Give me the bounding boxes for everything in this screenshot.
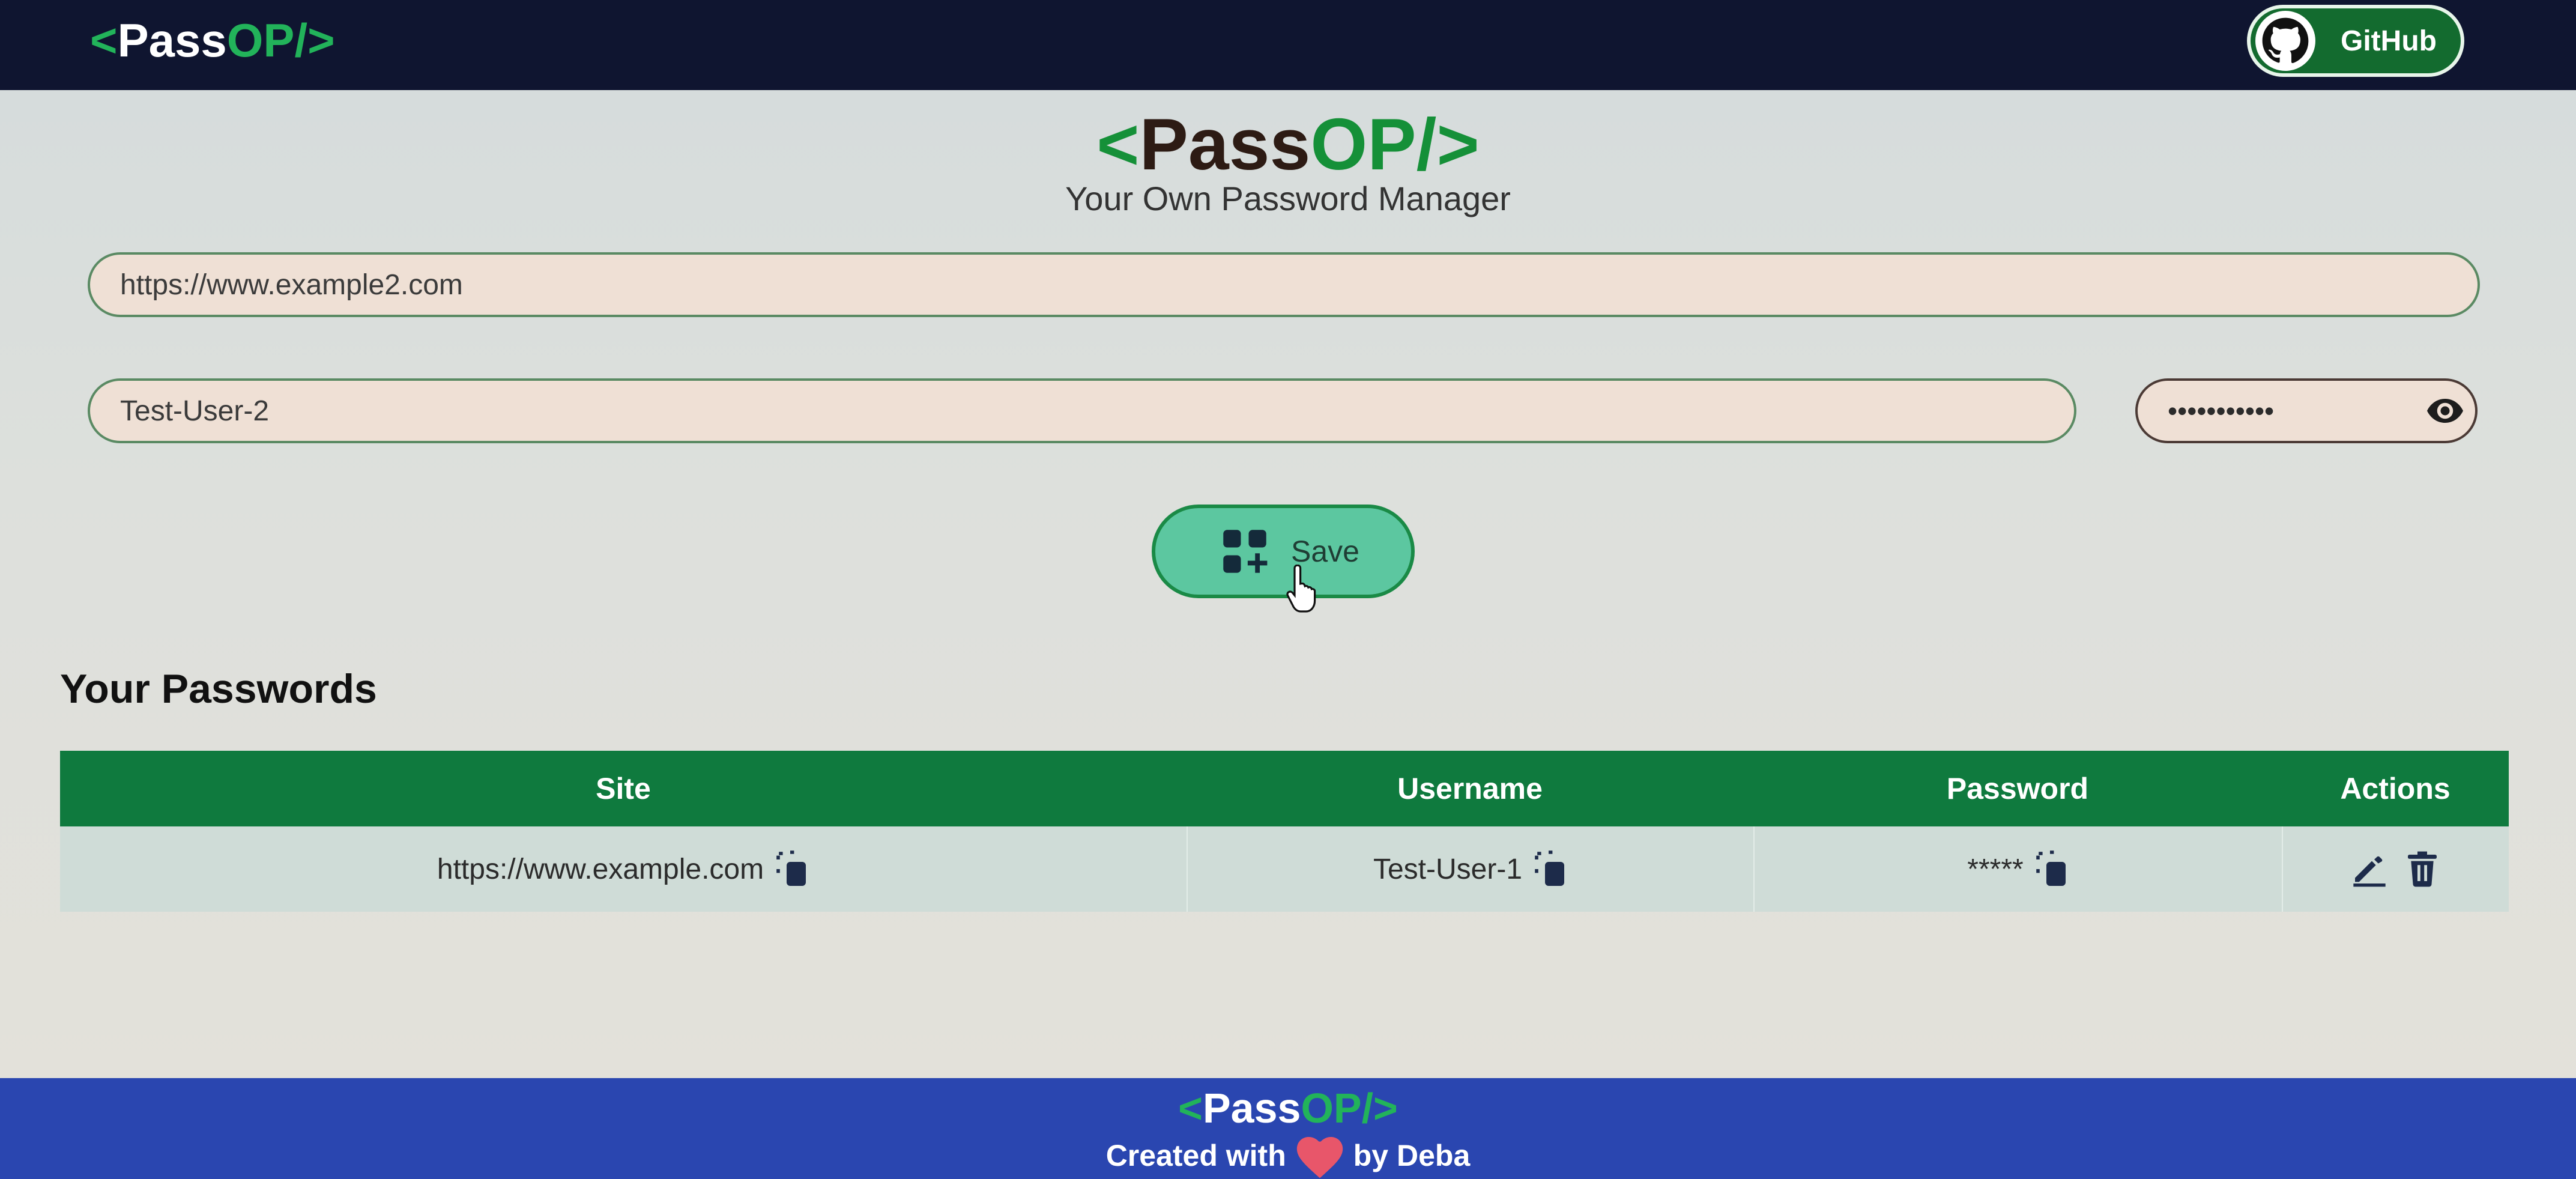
hero-logo-pass: Pass — [1139, 103, 1311, 185]
hero-logo-open: < — [1096, 103, 1140, 185]
save-button[interactable]: Save — [1152, 505, 1415, 598]
hero-logo: <PassOP/> — [0, 102, 2576, 186]
hand-cursor-icon — [1286, 565, 1316, 613]
footer-logo-open: < — [1178, 1085, 1203, 1132]
github-icon — [2255, 11, 2315, 71]
website-url-input[interactable]: https://www.example2.com — [88, 252, 2480, 317]
edit-icon[interactable] — [2350, 850, 2389, 888]
username-text: Test-User-1 — [1373, 853, 1523, 885]
actions-cell — [2282, 826, 2509, 912]
footer-credit: Created with by Deba — [0, 1137, 2576, 1179]
password-cell: ***** — [1753, 826, 2282, 912]
hero-logo-close: /> — [1416, 103, 1480, 185]
password-text: ***** — [1967, 853, 2024, 885]
section-title: Your Passwords — [60, 666, 377, 712]
username-input[interactable]: Test-User-2 — [88, 378, 2076, 443]
password-value: ••••••••••• — [2168, 395, 2275, 426]
logo-pass: Pass — [117, 14, 227, 67]
column-header-password: Password — [1946, 772, 2089, 805]
copy-password-icon[interactable] — [2036, 850, 2069, 888]
username-value: Test-User-2 — [120, 395, 270, 427]
copy-username-icon[interactable] — [1534, 850, 1568, 888]
passwords-table: Site Username Password Actions https://w… — [60, 751, 2509, 912]
by-author-text: by Deba — [1353, 1139, 1471, 1173]
heart-icon — [1296, 1137, 1343, 1178]
table-row: https://www.example.com Test-User-1 ****… — [60, 826, 2509, 912]
footer: <PassOP/> Created with by Deba — [0, 1078, 2576, 1179]
main-content: <PassOP/> Your Own Password Manager http… — [0, 90, 2576, 1078]
website-url-value: https://www.example2.com — [120, 268, 463, 301]
hero-logo-op: OP — [1310, 103, 1416, 185]
copy-site-icon[interactable] — [776, 850, 809, 888]
footer-logo-op: OP — [1301, 1085, 1362, 1132]
site-cell: https://www.example.com — [60, 826, 1187, 912]
created-with-text: Created with — [1105, 1139, 1286, 1173]
github-label: GitHub — [2341, 25, 2437, 57]
username-cell: Test-User-1 — [1187, 826, 1753, 912]
logo-open: < — [90, 14, 118, 67]
logo-close: /> — [294, 14, 335, 67]
add-grid-icon — [1223, 530, 1268, 573]
password-input[interactable]: ••••••••••• — [2135, 378, 2478, 443]
eye-icon[interactable] — [2427, 398, 2463, 424]
table-header: Site Username Password Actions — [60, 751, 2509, 826]
navbar: <PassOP/> GitHub — [0, 0, 2576, 90]
tagline: Your Own Password Manager — [1065, 180, 1511, 217]
site-link[interactable]: https://www.example.com — [437, 853, 764, 886]
logo-op: OP — [226, 14, 295, 67]
footer-logo: <PassOP/> — [0, 1084, 2576, 1132]
column-header-site: Site — [596, 772, 651, 805]
column-header-actions: Actions — [2340, 772, 2451, 805]
footer-logo-close: /> — [1361, 1085, 1398, 1132]
github-button[interactable]: GitHub — [2247, 5, 2464, 77]
save-label: Save — [1291, 535, 1359, 568]
footer-logo-pass: Pass — [1202, 1085, 1301, 1132]
nav-logo[interactable]: <PassOP/> — [90, 13, 335, 68]
column-header-username: Username — [1397, 772, 1543, 805]
trash-icon[interactable] — [2403, 850, 2441, 888]
